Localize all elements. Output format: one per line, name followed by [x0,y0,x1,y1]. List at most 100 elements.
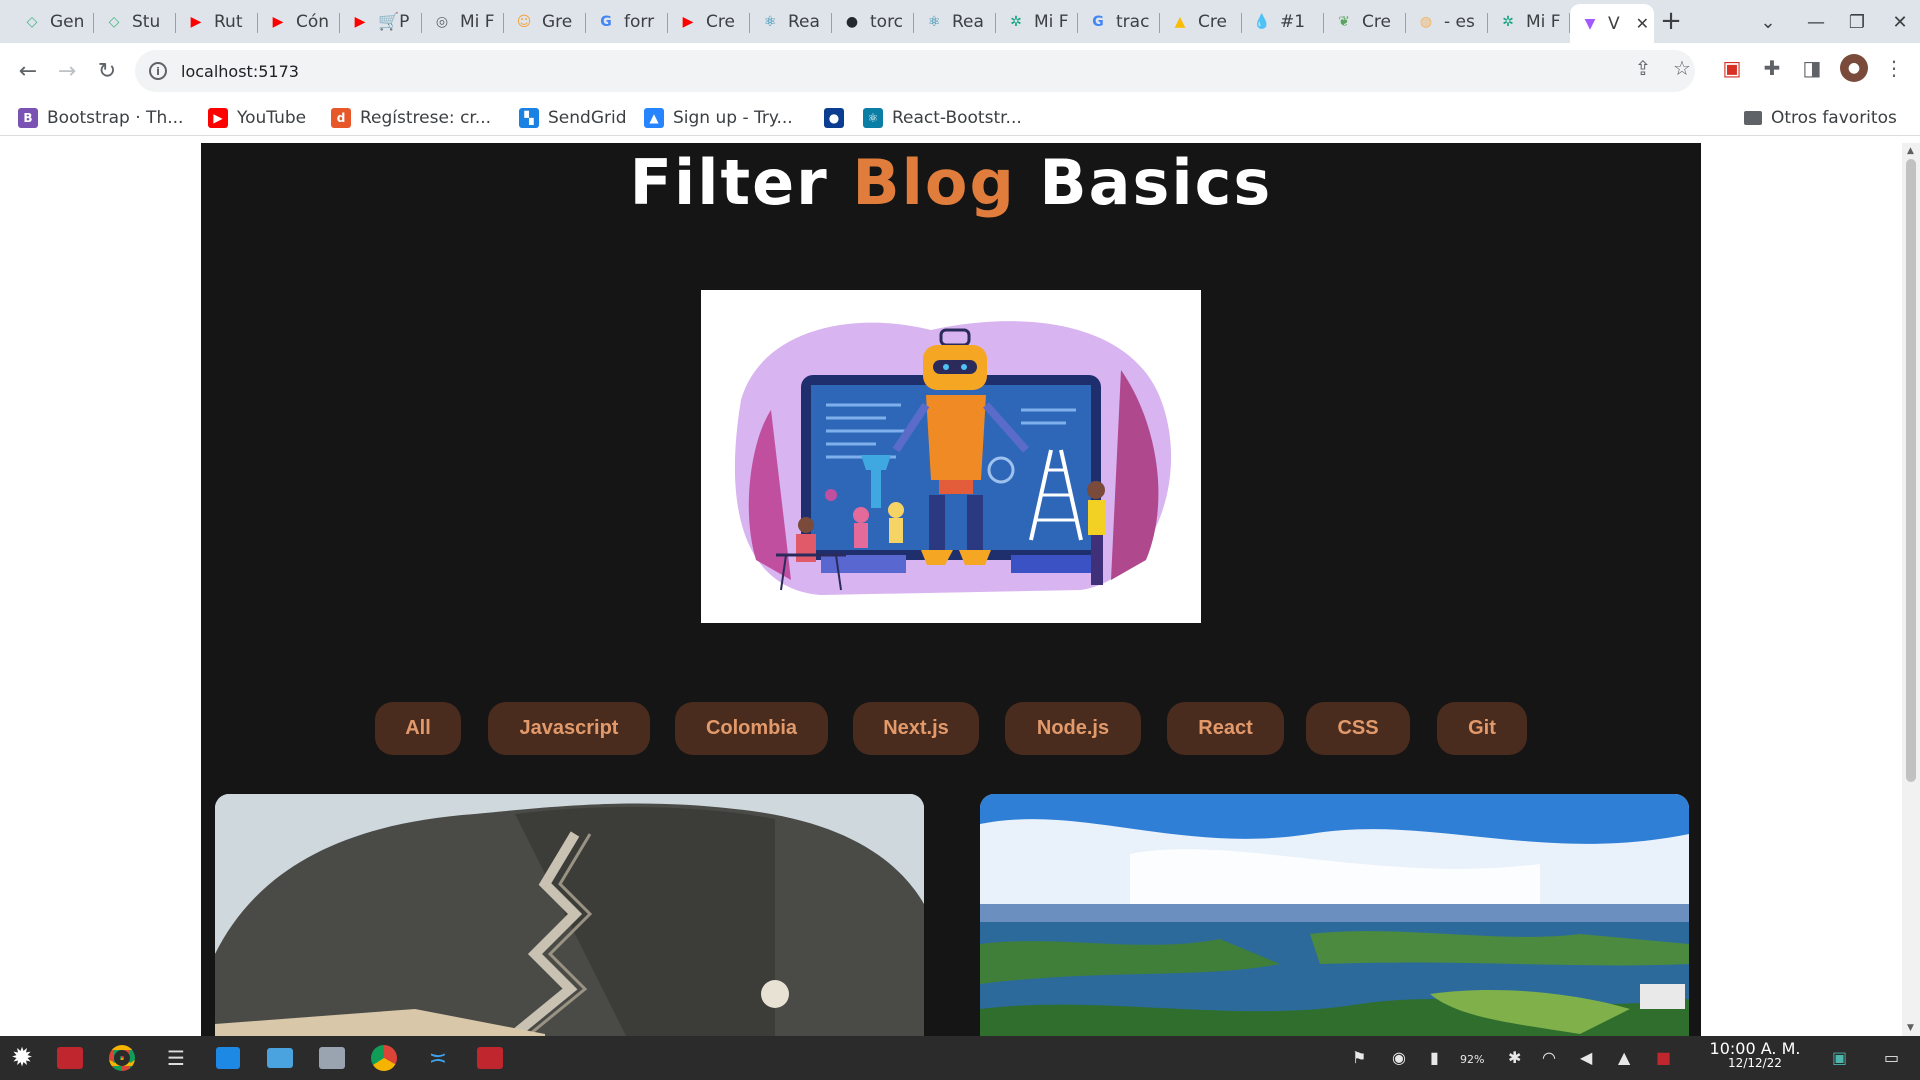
browser-tab[interactable]: ◇ Stu [94,4,176,40]
browser-tab[interactable]: ☺ Gre [504,4,586,40]
blog-app: Filter Blog Basics All Javascript Colomb… [201,143,1701,1036]
close-tab-icon[interactable]: ✕ [1636,14,1649,33]
tray-expand-icon[interactable]: ▲ [1618,1048,1630,1067]
browser-tab[interactable]: ▶ Cre [668,4,750,40]
app-red-icon[interactable] [52,1040,88,1076]
menu-kebab-icon[interactable]: ⋮ [1880,54,1908,82]
forward-icon[interactable]: → [51,55,83,87]
clock-time: 10:00 A. M. [1709,1039,1801,1058]
filter-button-next-js[interactable]: Next.js [853,702,979,755]
blog-card-colombia-rock[interactable] [215,794,924,1036]
back-icon[interactable]: ← [12,55,44,87]
scroll-down-icon[interactable]: ▼ [1907,1023,1914,1033]
browser-tab[interactable]: ▶ 🛒P [340,4,422,40]
address-bar[interactable]: i localhost:5173 [135,50,1695,92]
bookmark-item[interactable]: ⚛ React-Bootstr... [863,106,1022,130]
vue-icon: ◇ [26,14,38,30]
tray-green-app-icon[interactable]: ▣ [1832,1048,1847,1067]
bookmark-item[interactable]: d Regístrese: cr... [331,106,491,130]
vscode-icon[interactable]: ≍ [420,1040,456,1076]
youtube-icon: ▶ [354,14,366,30]
browser-tab[interactable]: ✲ Mi F [1488,4,1570,40]
share-icon[interactable]: ⇪ [1629,54,1657,82]
bookmark-item[interactable]: ▚ SendGrid [519,106,627,130]
filter-button-react[interactable]: React [1167,702,1284,755]
tab-search-icon[interactable]: ⌄ [1753,8,1783,36]
extension-red-icon[interactable]: ▣ [1718,54,1746,82]
scroll-thumb[interactable] [1906,159,1916,782]
clock[interactable]: 10:00 A. M. 12/12/22 [1700,1041,1810,1071]
battery-icon[interactable]: ▮ [1430,1048,1439,1067]
image-viewer-icon[interactable] [314,1040,350,1076]
browser-tab[interactable]: ❦ Cre [1324,4,1406,40]
github-icon: ● [845,14,859,30]
bookmark-label: YouTube [237,108,307,128]
scroll-up-icon[interactable]: ▲ [1907,146,1914,156]
extensions-puzzle-icon[interactable]: ✚ [1758,54,1786,82]
tab-label: Mi F [460,12,495,32]
browser-tab[interactable]: ▲ Cre [1160,4,1242,40]
other-bookmarks-folder[interactable]: Otros favoritos [1744,106,1897,130]
site-info-icon[interactable]: i [149,62,167,80]
app-red-running-icon[interactable] [472,1040,508,1076]
browser-tab[interactable]: 💧 #1 [1242,4,1324,40]
show-desktop-icon[interactable]: ▭ [1884,1048,1899,1067]
settings-sliders-icon[interactable]: ☰ [158,1040,194,1076]
sendgrid-icon: ▚ [519,108,539,128]
browser-tab[interactable]: ⚛ Rea [914,4,996,40]
accessibility-icon[interactable]: ◉ [1392,1048,1406,1067]
browser-tab[interactable]: Gtrac [1078,4,1160,40]
notifications-icon[interactable]: ⚑ [1352,1048,1366,1067]
side-panel-icon[interactable]: ◨ [1798,54,1826,82]
file-manager-icon[interactable] [262,1040,298,1076]
clock-date: 12/12/22 [1728,1056,1782,1070]
tab-label: forr [624,12,655,32]
browser-tab[interactable]: ▶ Rut [176,4,258,40]
chrome-icon[interactable] [104,1040,140,1076]
browser-tab[interactable]: ▶ Cón [258,4,340,40]
tab-label: Mi F [1526,12,1561,32]
start-menu-icon[interactable]: ✹ [4,1040,40,1076]
folder-icon [1744,111,1762,125]
browser-tab[interactable]: Gforr [586,4,668,40]
minimize-icon[interactable]: — [1801,8,1831,36]
bookmark-item[interactable]: ▲ Sign up - Try... [644,106,793,130]
reload-icon[interactable]: ↻ [91,55,123,87]
filter-button-colombia[interactable]: Colombia [675,702,828,755]
tab-label: trac [1116,12,1150,32]
wifi-icon[interactable]: ◠ [1542,1048,1556,1067]
filter-button-javascript[interactable]: Javascript [488,702,650,755]
bookmark-item[interactable]: B Bootstrap · Th... [18,106,183,130]
title-part-1: Filter [629,146,853,219]
browser-tab[interactable]: ✲ Mi F [996,4,1078,40]
filter-button-css[interactable]: CSS [1306,702,1410,755]
bookmark-star-icon[interactable]: ☆ [1668,54,1696,82]
page-title: Filter Blog Basics [201,143,1701,223]
browser-tab[interactable]: ◇ Gen [12,4,94,40]
filter-button-node-js[interactable]: Node.js [1005,702,1141,755]
google-icon: G [600,14,612,30]
blog-card-colombia-lake[interactable] [980,794,1689,1036]
browser-tab[interactable]: ▼ V ✕ [1570,4,1654,43]
browser-tab[interactable]: ◍ - es [1406,4,1488,40]
atlassian-icon: ▲ [644,108,664,128]
tray-app-icon[interactable]: ■ [1656,1048,1671,1067]
drive-icon: ▲ [1174,14,1186,30]
profile-avatar[interactable]: ● [1840,54,1868,82]
page-scrollbar[interactable]: ▲ ▼ [1902,143,1920,1036]
bluetooth-icon[interactable]: ✱ [1508,1048,1521,1067]
browser-tab[interactable]: ⚛ Rea [750,4,832,40]
filter-button-all[interactable]: All [375,702,461,755]
browser-tab[interactable]: ◎ Mi F [422,4,504,40]
filter-button-git[interactable]: Git [1437,702,1527,755]
chrome-active-icon[interactable] [366,1040,402,1076]
store-icon[interactable] [210,1040,246,1076]
close-window-icon[interactable]: ✕ [1885,8,1915,36]
category-filters: All Javascript Colombia Next.js Node.js React… [201,702,1701,755]
restore-icon[interactable]: ❐ [1842,8,1872,36]
browser-tab[interactable]: ● torc [832,4,914,40]
new-tab-button[interactable]: + [1656,6,1686,36]
volume-icon[interactable]: ◀ [1580,1048,1592,1067]
bookmark-item[interactable]: ▶ YouTube [208,106,306,130]
bookmark-item[interactable]: ● [824,106,853,130]
